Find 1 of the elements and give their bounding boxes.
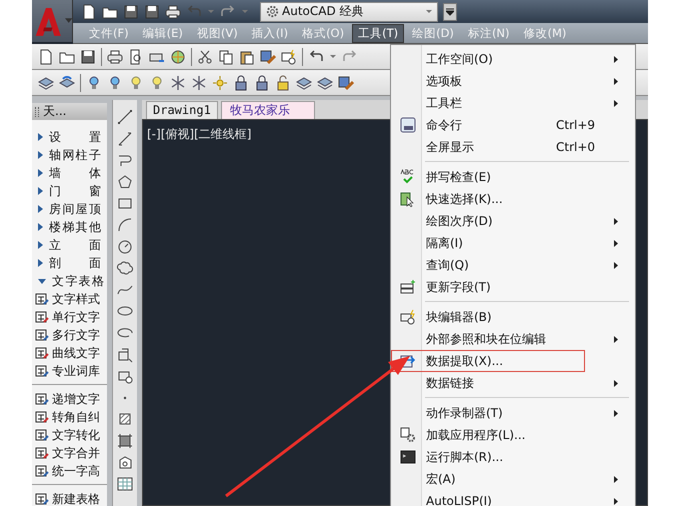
- panel-title: 天...: [43, 103, 66, 120]
